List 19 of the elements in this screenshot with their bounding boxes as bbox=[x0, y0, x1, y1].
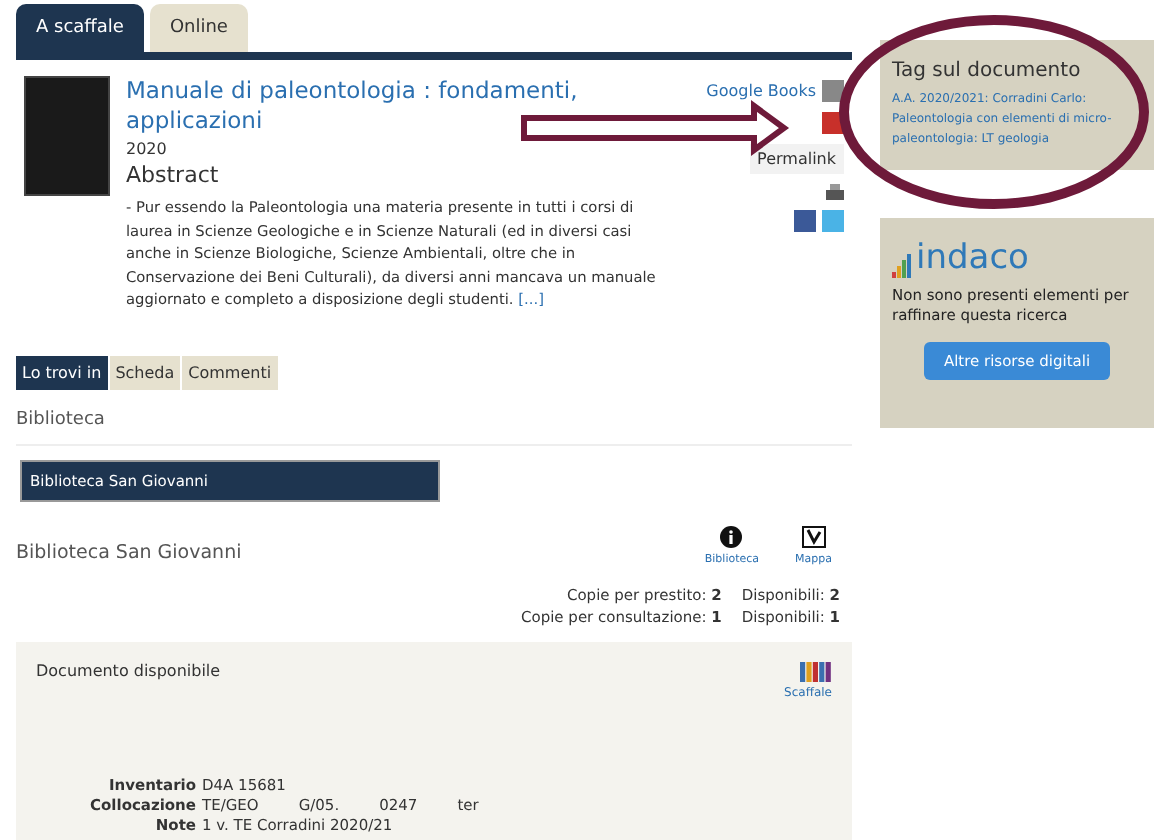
book-title-link[interactable]: Manuale di paleontologia : fondamenti, applicazioni bbox=[126, 76, 672, 136]
tab[interactable]: Online bbox=[149, 4, 248, 52]
availability-status: Documento disponibile bbox=[36, 661, 221, 684]
tab[interactable]: A scaffale bbox=[16, 4, 144, 52]
books-icon bbox=[800, 661, 832, 681]
google-books-link[interactable]: Google Books bbox=[706, 82, 816, 100]
library-name: Biblioteca San Giovanni bbox=[16, 540, 242, 564]
book-cover-placeholder bbox=[24, 76, 110, 196]
tab[interactable]: Scheda bbox=[109, 355, 181, 389]
tags-title: Tag sul documento bbox=[892, 60, 1083, 82]
printer-icon[interactable] bbox=[826, 184, 844, 200]
section-title: Biblioteca bbox=[16, 389, 852, 445]
abstract-label: Abstract bbox=[126, 162, 221, 188]
permalink-button[interactable]: Permalink bbox=[749, 144, 844, 174]
tab[interactable]: Lo trovi in bbox=[16, 355, 108, 389]
tab[interactable]: Commenti bbox=[182, 355, 278, 389]
indaco-logo: indaco bbox=[892, 238, 1142, 278]
year: 2020 bbox=[126, 140, 169, 158]
info-icon bbox=[720, 525, 743, 547]
